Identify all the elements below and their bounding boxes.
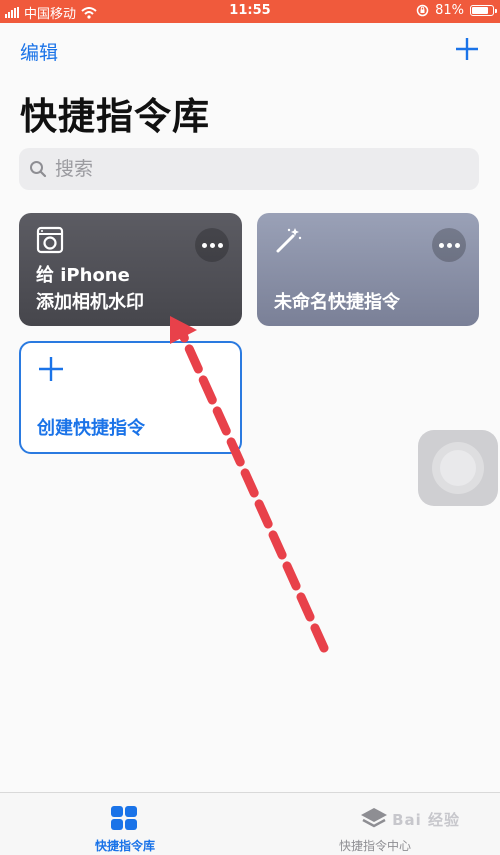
tab-label: 快捷指令中心 [338, 839, 411, 853]
create-shortcut-card[interactable]: 创建快捷指令 [19, 341, 242, 454]
shortcut-card-camera-watermark[interactable]: 给 iPhone 添加相机水印 [19, 213, 242, 326]
shortcut-title-line1: 未命名快捷指令 [274, 292, 400, 313]
grid-icon [111, 806, 137, 830]
plus-icon [39, 357, 63, 381]
plus-icon[interactable] [454, 36, 480, 62]
status-right: 81% [416, 3, 497, 18]
create-shortcut-label: 创建快捷指令 [37, 418, 145, 439]
shortcut-card-untitled[interactable]: 未命名快捷指令 [257, 213, 479, 326]
edit-button[interactable]: 编辑 [20, 38, 58, 65]
shortcut-title-line2: 添加相机水印 [36, 292, 144, 313]
page-title: 快捷指令库 [20, 95, 210, 138]
magic-wand-icon [276, 228, 302, 253]
watermark: Bai 经验 [392, 811, 460, 829]
battery-icon [470, 5, 497, 16]
search-icon [30, 161, 47, 178]
tab-library[interactable]: 快捷指令库 [0, 793, 250, 855]
tab-label: 快捷指令库 [94, 839, 155, 853]
tab-gallery[interactable]: Bai 经验 快捷指令中心 [250, 793, 500, 855]
layers-icon [361, 808, 387, 828]
assistive-touch-button[interactable] [418, 430, 498, 506]
more-dot [201, 242, 207, 248]
shortcut-title: 未命名快捷指令 [274, 289, 400, 316]
status-bar: 中国移动 11:55 81% [0, 0, 500, 23]
shortcut-title: 给 iPhone 添加相机水印 [36, 262, 144, 316]
shortcut-title-line1: 给 iPhone [36, 265, 130, 286]
more-dot [217, 242, 223, 248]
more-button[interactable] [432, 228, 466, 262]
search-input[interactable] [53, 157, 457, 181]
lock-rotation-icon [416, 4, 429, 17]
assistive-touch-center [440, 450, 476, 486]
more-dot [454, 242, 460, 248]
battery-fill [472, 7, 489, 14]
tab-bar: 快捷指令库 Bai 经验 快捷指令中心 [0, 792, 500, 855]
battery-percent: 81% [435, 3, 464, 18]
more-dot [209, 242, 215, 248]
search-bar[interactable] [19, 148, 479, 190]
washing-machine-icon [36, 226, 64, 254]
more-button[interactable] [195, 228, 229, 262]
more-dot [438, 242, 444, 248]
more-dot [446, 242, 452, 248]
